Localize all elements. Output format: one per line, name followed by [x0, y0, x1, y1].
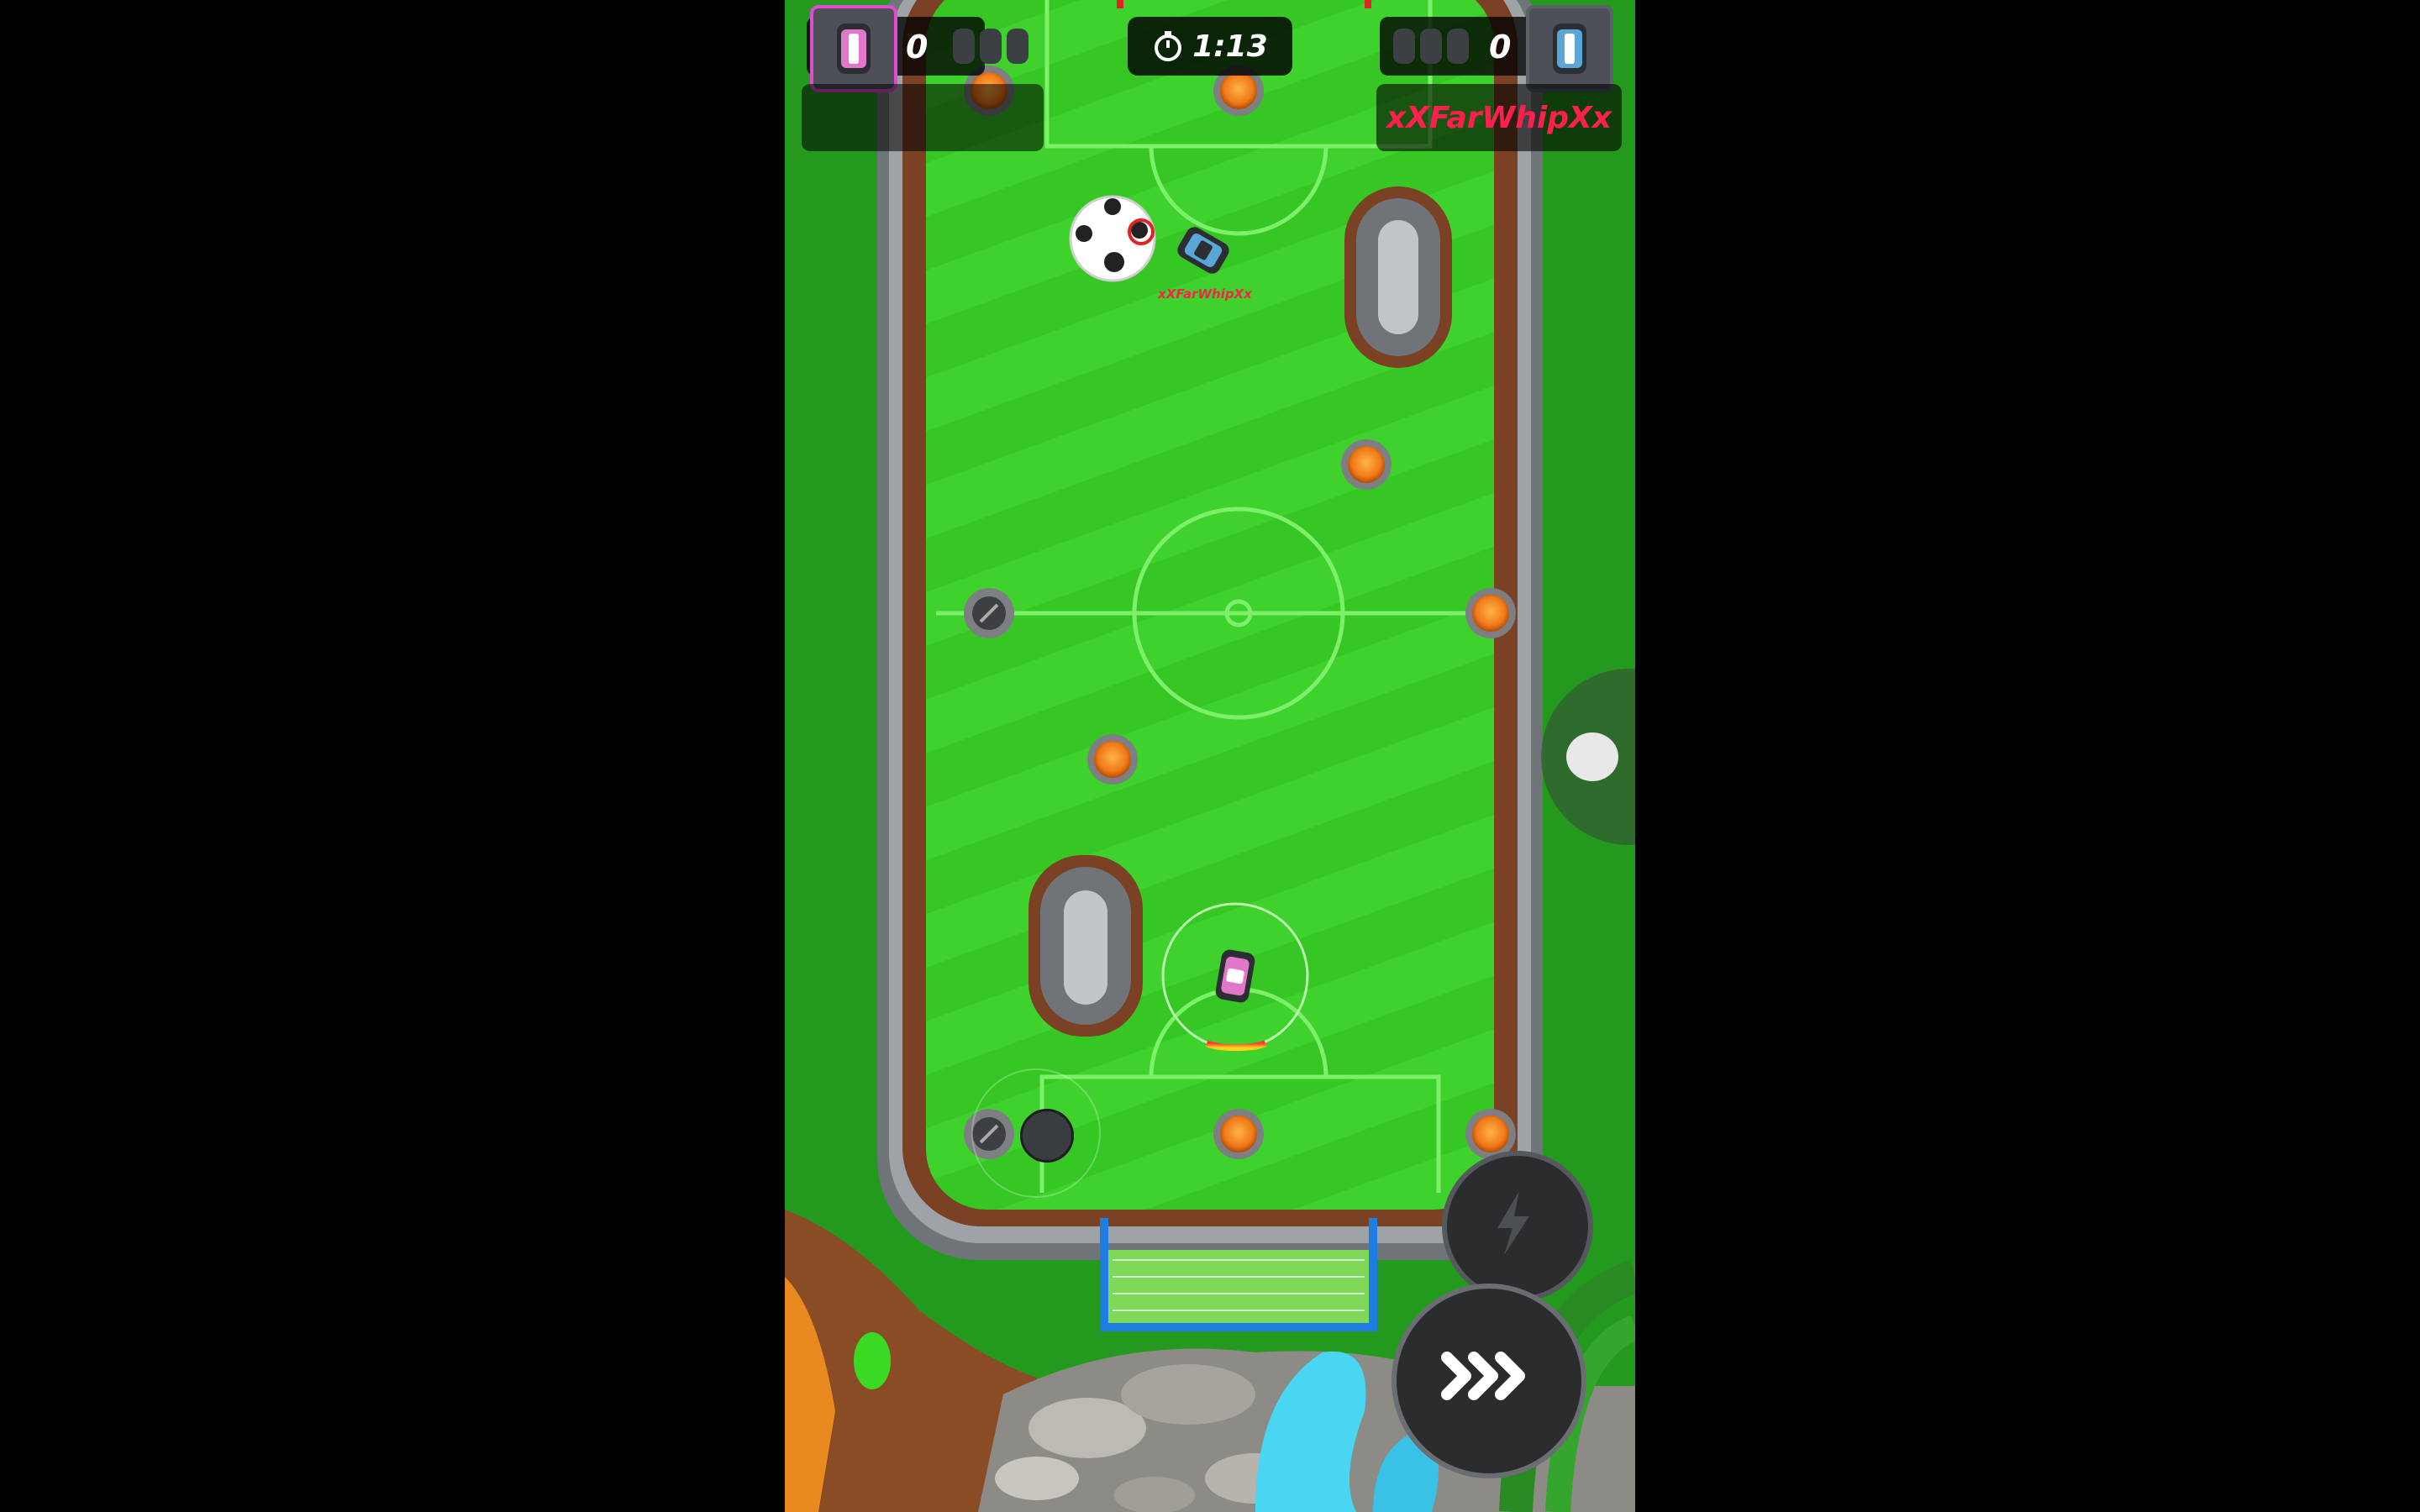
rock-pillar-top — [1344, 186, 1452, 368]
chat-bubble-icon — [1566, 732, 1618, 781]
goal-pip — [1447, 29, 1469, 64]
boost-pad — [1087, 734, 1138, 785]
boost-pad — [1341, 439, 1392, 490]
goal-pip — [1393, 29, 1415, 64]
opponent-avatar — [1526, 5, 1613, 92]
joystick-knob[interactable] — [1020, 1109, 1074, 1163]
boost-pad — [1465, 588, 1516, 638]
dash-button[interactable] — [1392, 1284, 1586, 1478]
player-score: 0 — [906, 29, 929, 66]
timer-text: 1:13 — [1192, 29, 1268, 64]
opponent-goal-pips — [1393, 29, 1469, 64]
soccer-ball — [1069, 195, 1156, 282]
stopwatch-icon — [1155, 31, 1182, 61]
opponent-car-label: xXFarWhipXx — [1158, 286, 1252, 302]
cactus-decoration — [854, 1332, 891, 1389]
player-avatar — [810, 5, 897, 92]
goal-pip — [1007, 29, 1028, 64]
goal-pip — [980, 29, 1002, 64]
opponent-name-tag: xXFarWhipXx — [1376, 84, 1622, 151]
lightning-icon — [1497, 1191, 1529, 1255]
opponent-score: 0 — [1489, 29, 1512, 66]
match-timer: 1:13 — [1128, 17, 1292, 76]
goal-pip — [1420, 29, 1442, 64]
player-goal-pips — [953, 29, 1028, 64]
goal-pip — [953, 29, 975, 64]
triple-chevron-icon — [1441, 1352, 1525, 1400]
boost-pad — [1213, 1109, 1264, 1159]
joystick-base[interactable] — [971, 1068, 1101, 1198]
boost-button[interactable] — [1442, 1151, 1593, 1302]
boost-pad-empty — [964, 588, 1014, 638]
player-name-plate — [802, 84, 1044, 151]
game-viewport[interactable]: 0 1:13 0 xXFarWhipXx xXFarWhipXx — [785, 0, 1635, 1512]
rock-pillar-bottom — [1028, 855, 1143, 1037]
